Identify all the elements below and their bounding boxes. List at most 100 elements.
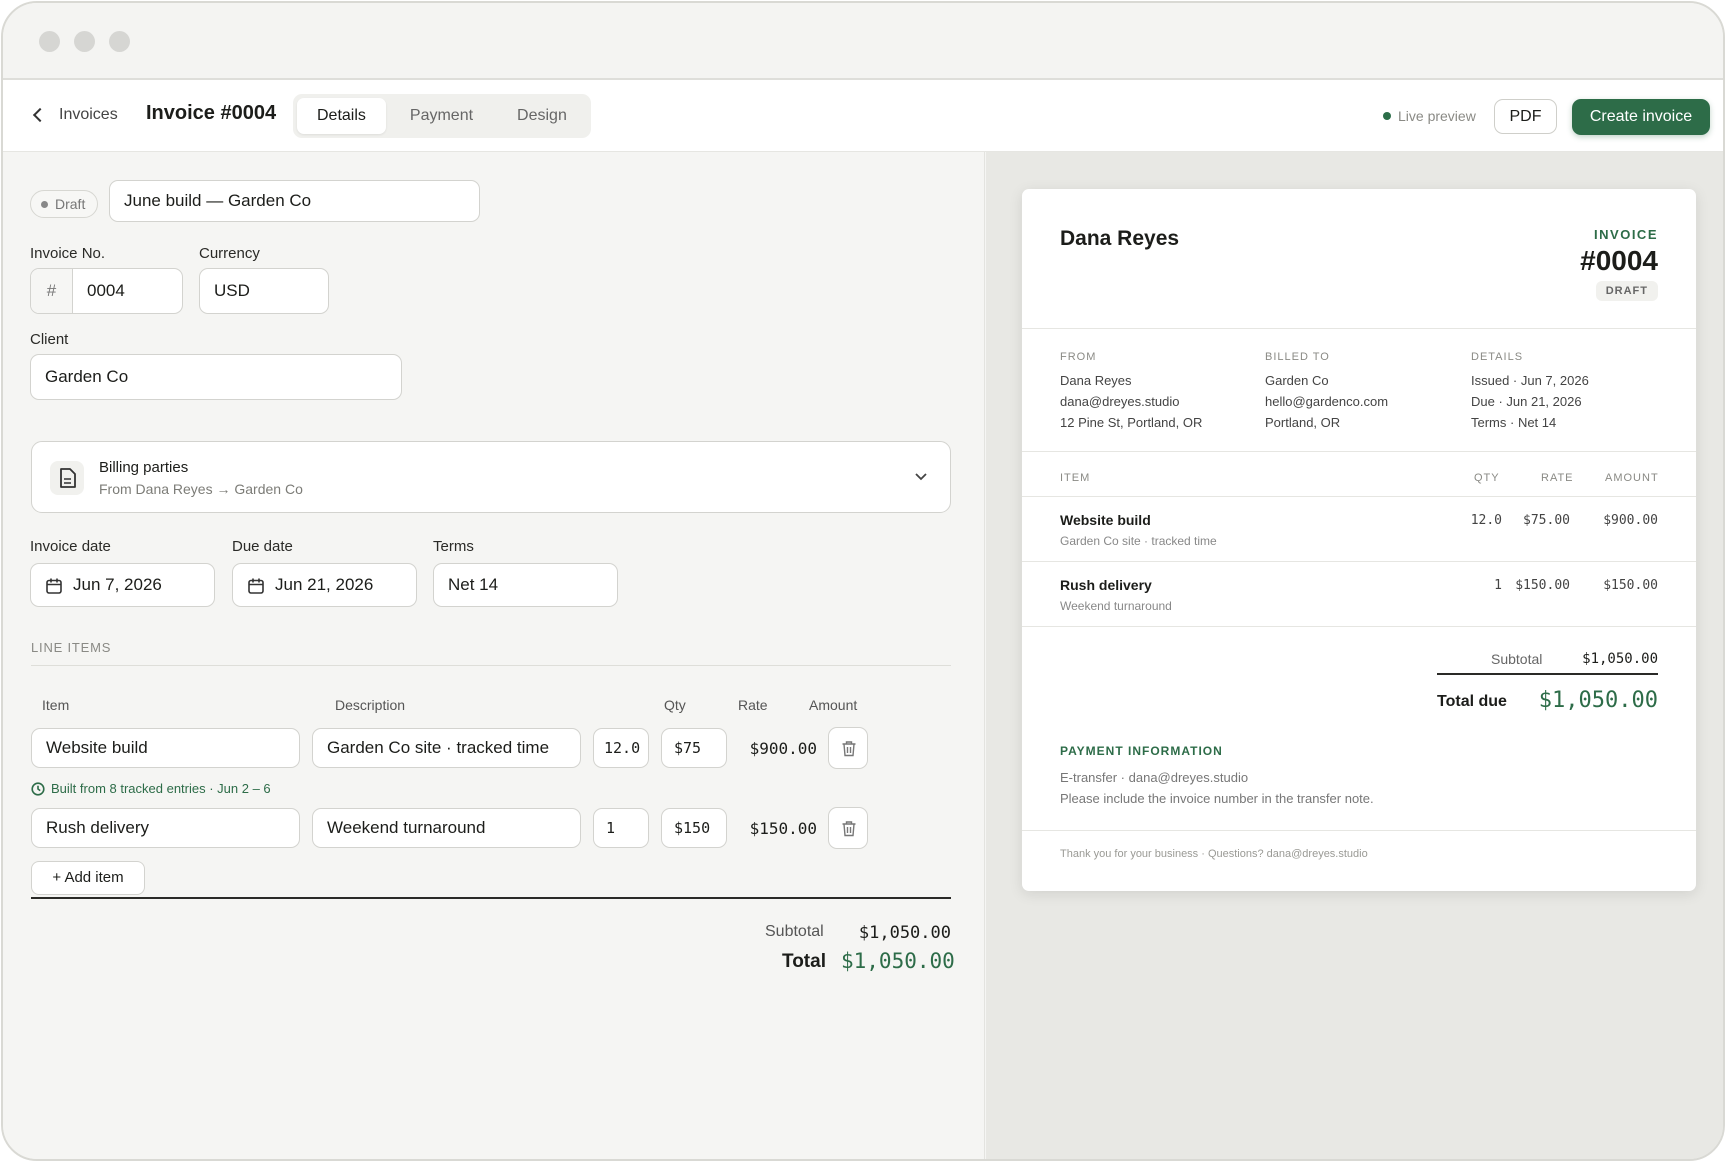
calendar-icon <box>46 578 62 594</box>
col-rate: Rate <box>738 697 768 713</box>
invoice-no-value: 0004 <box>87 281 125 300</box>
preview-footer: Thank you for your business · Questions?… <box>1060 848 1368 860</box>
pdf-button[interactable]: PDF <box>1494 99 1557 134</box>
total-label: Total <box>782 951 826 972</box>
item-input[interactable]: Rush delivery <box>31 808 300 848</box>
preview-col-qty: QTY <box>1474 472 1500 484</box>
qty-input[interactable]: 1 <box>593 808 649 848</box>
preview-item-rate: $75.00 <box>1523 513 1570 528</box>
preview-item-amount: $150.00 <box>1603 578 1658 593</box>
from-line: dana@dreyes.studio <box>1060 394 1180 409</box>
row-amount: $900.00 <box>749 739 817 758</box>
clock-icon <box>31 781 45 796</box>
preview-pane: Dana Reyes INVOICE #0004 DRAFT FROM Dana… <box>986 152 1723 1159</box>
delete-row-button[interactable] <box>828 727 868 769</box>
item-input[interactable]: Website build <box>31 728 300 768</box>
calendar-icon <box>248 578 264 594</box>
billing-title: Billing parties <box>99 459 189 476</box>
total-value: $1,050.00 <box>841 949 955 973</box>
window-minimize-dot[interactable] <box>74 31 95 52</box>
billed-to-line: Portland, OR <box>1265 415 1341 430</box>
from-heading: FROM <box>1060 351 1097 363</box>
preview-col-amount: AMOUNT <box>1605 472 1659 484</box>
live-preview-label: Live preview <box>1398 108 1476 124</box>
billing-subtitle: From Dana Reyes → Garden Co <box>99 481 303 497</box>
divider <box>1022 561 1696 562</box>
preview-subtotal-label: Subtotal <box>1491 651 1543 667</box>
app-window: Invoices Invoice #0004 Details Payment D… <box>1 1 1725 1161</box>
preview-subtotal-value: $1,050.00 <box>1582 651 1658 667</box>
currency-input[interactable]: USD <box>199 268 329 314</box>
divider <box>31 665 951 666</box>
col-amount: Amount <box>809 697 858 713</box>
live-preview-indicator: Live preview <box>1383 108 1476 124</box>
preview-status-badge: DRAFT <box>1595 281 1658 301</box>
page-title: Invoice #0004 <box>146 102 277 124</box>
preview-item-description: Garden Co site · tracked time <box>1060 534 1217 548</box>
preview-item-rate: $150.00 <box>1515 578 1570 593</box>
billed-to-line: Garden Co <box>1265 373 1329 388</box>
window-maximize-dot[interactable] <box>109 31 130 52</box>
qty-input[interactable]: 12.0 <box>593 728 649 768</box>
line-items-heading: LINE ITEMS <box>31 640 112 655</box>
preview-item-name: Rush delivery <box>1060 577 1152 593</box>
due-date-label: Due date <box>232 538 293 555</box>
title-bar <box>3 3 1723 80</box>
details-heading: DETAILS <box>1471 351 1524 363</box>
payment-info-line: Please include the invoice number in the… <box>1060 791 1374 806</box>
toolbar: Invoices Invoice #0004 Details Payment D… <box>3 80 1723 152</box>
billing-parties-accordion[interactable]: Billing parties From Dana Reyes → Garden… <box>31 441 951 513</box>
client-input[interactable]: Garden Co <box>30 354 402 400</box>
from-line: Dana Reyes <box>1060 373 1132 388</box>
subtotal-value: $1,050.00 <box>858 923 951 943</box>
tab-payment[interactable]: Payment <box>390 98 493 134</box>
chevron-left-icon <box>32 107 48 123</box>
delete-row-button[interactable] <box>828 807 868 849</box>
description-input[interactable]: Weekend turnaround <box>312 808 581 848</box>
col-description: Description <box>335 697 406 713</box>
invoice-date-label: Invoice date <box>30 538 111 555</box>
payment-info-line: E-transfer · dana@dreyes.studio <box>1060 770 1249 785</box>
divider <box>1022 328 1696 329</box>
invoice-date-input[interactable]: Jun 7, 2026 <box>30 563 215 607</box>
create-invoice-button[interactable]: Create invoice <box>1572 99 1710 135</box>
divider <box>1022 830 1696 831</box>
preview-invoice-number: #0004 <box>1580 245 1658 276</box>
terms-input[interactable]: Net 14 <box>433 563 618 607</box>
trash-icon <box>842 821 856 837</box>
description-input[interactable]: Garden Co site · tracked time <box>312 728 581 768</box>
from-line: 12 Pine St, Portland, OR <box>1060 415 1203 430</box>
status-dot-icon <box>41 200 48 208</box>
add-item-button[interactable]: + Add item <box>31 861 145 895</box>
live-dot-icon <box>1383 112 1391 120</box>
preview-col-rate: RATE <box>1541 472 1574 484</box>
billed-to-heading: BILLED TO <box>1265 351 1330 363</box>
divider <box>1437 673 1658 675</box>
back-label: Invoices <box>59 106 118 123</box>
divider <box>1022 496 1696 497</box>
invoice-no-field[interactable]: # 0004 <box>30 268 183 314</box>
preview-total-value: $1,050.00 <box>1538 688 1658 713</box>
row-amount: $150.00 <box>749 819 817 838</box>
invoice-name-input[interactable]: June build — Garden Co <box>109 180 480 222</box>
preview-sender-name: Dana Reyes <box>1060 227 1180 250</box>
window-close-dot[interactable] <box>39 31 60 52</box>
col-item: Item <box>42 697 70 713</box>
due-date-input[interactable]: Jun 21, 2026 <box>232 563 417 607</box>
status-badge: Draft <box>30 190 99 218</box>
rate-input[interactable]: $150 <box>661 808 727 848</box>
rate-input[interactable]: $75 <box>661 728 727 768</box>
tab-bar: Details Payment Design <box>293 94 591 138</box>
divider <box>1022 451 1696 452</box>
subtotal-label: Subtotal <box>765 923 824 940</box>
tab-design[interactable]: Design <box>497 98 587 134</box>
col-qty: Qty <box>664 697 686 713</box>
divider <box>1022 626 1696 627</box>
preview-col-item: ITEM <box>1060 472 1091 484</box>
trash-icon <box>842 741 856 757</box>
hash-prefix: # <box>31 269 73 313</box>
chevron-down-icon <box>915 473 927 481</box>
preview-invoice-label: INVOICE <box>1594 227 1658 242</box>
back-button[interactable]: Invoices <box>32 106 118 124</box>
tab-details[interactable]: Details <box>297 98 386 134</box>
